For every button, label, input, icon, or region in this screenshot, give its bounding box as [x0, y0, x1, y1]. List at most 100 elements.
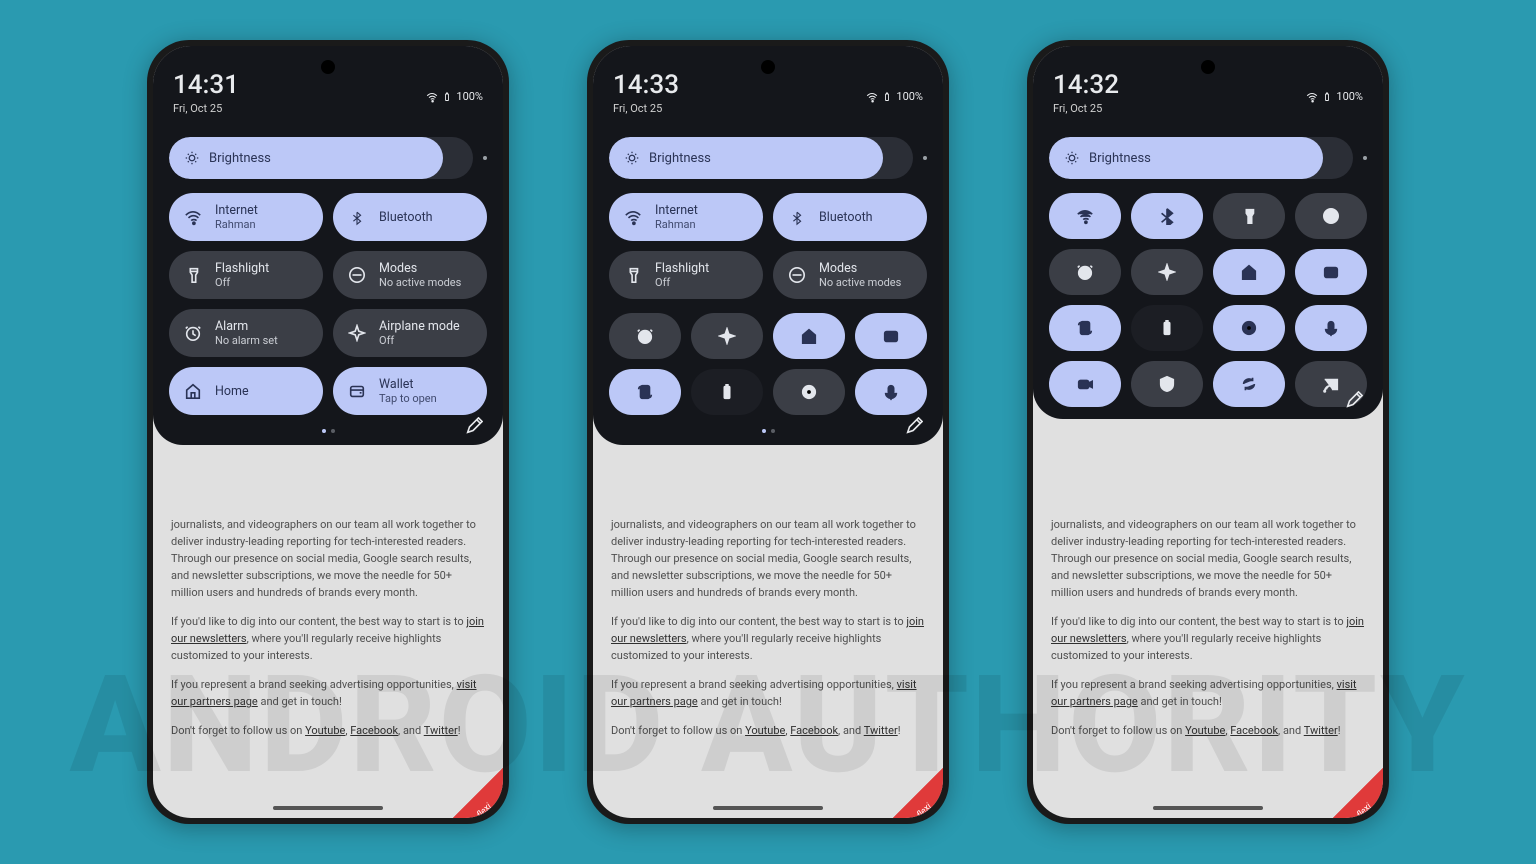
qs-tile-flashlight[interactable]: FlashlightOff [609, 251, 763, 299]
link-facebook[interactable]: Facebook [350, 724, 398, 737]
airplane-icon [347, 323, 367, 343]
qs-tile-alarm[interactable]: AlarmNo alarm set [169, 309, 323, 357]
qs-tile-shield[interactable] [1131, 361, 1203, 407]
qs-tile-airplane[interactable] [691, 313, 763, 359]
qs-tile-wifi[interactable]: InternetRahman [609, 193, 763, 241]
flashlight-icon [623, 265, 643, 285]
link-youtube[interactable]: Youtube [1185, 724, 1225, 737]
alarm-icon [1076, 263, 1094, 281]
date: Fri, Oct 25 [613, 102, 679, 115]
nav-bar[interactable] [713, 806, 823, 810]
edit-pencil-icon[interactable] [1345, 391, 1363, 409]
camera-icon [1076, 375, 1094, 393]
bluetooth-icon [347, 207, 367, 227]
link-twitter[interactable]: Twitter [424, 724, 458, 737]
qs-tile-bluetooth[interactable] [1131, 193, 1203, 239]
wifi-icon [623, 207, 643, 227]
qs-tile-wallet[interactable] [855, 313, 927, 359]
brightness-more-icon[interactable] [923, 156, 927, 160]
bluetooth-icon [787, 207, 807, 227]
qs-tile-flashlight[interactable]: FlashlightOff [169, 251, 323, 299]
date: Fri, Oct 25 [1053, 102, 1119, 115]
camera-cutout [1201, 60, 1215, 74]
phone-mockup-3: journalists, and videographers on our te… [1027, 40, 1389, 824]
qs-tile-alarm[interactable] [609, 313, 681, 359]
flashlight-icon [183, 265, 203, 285]
flashlight-icon [1240, 207, 1258, 225]
phone-mockup-2: journalists, and videographers on our te… [587, 40, 949, 824]
link-twitter[interactable]: Twitter [864, 724, 898, 737]
qs-tile-bluetooth[interactable]: Bluetooth [773, 193, 927, 241]
qs-tile-battery[interactable] [1131, 305, 1203, 351]
cast-icon [1322, 375, 1340, 393]
date: Fri, Oct 25 [173, 102, 239, 115]
status-indicators: 100% [426, 90, 483, 103]
qs-tile-wifi[interactable] [1049, 193, 1121, 239]
airplane-icon [718, 327, 736, 345]
qs-tile-airplane[interactable] [1131, 249, 1203, 295]
qs-tile-wifi[interactable]: InternetRahman [169, 193, 323, 241]
flexi-badge: flexi [451, 766, 503, 818]
qs-tile-rotate[interactable] [609, 369, 681, 415]
rotate-icon [1076, 319, 1094, 337]
shield-icon [1158, 375, 1176, 393]
alarm-icon [636, 327, 654, 345]
link-twitter[interactable]: Twitter [1304, 724, 1338, 737]
battery-icon [1158, 319, 1176, 337]
airplane-icon [1158, 263, 1176, 281]
dnd-icon [1322, 207, 1340, 225]
record-icon [800, 383, 818, 401]
qs-tile-mic[interactable] [1295, 305, 1367, 351]
dnd-icon [347, 265, 367, 285]
quick-settings-panel: 14:33 Fri, Oct 25 100% Brightness [593, 46, 943, 445]
mic-icon [1322, 319, 1340, 337]
brightness-slider[interactable]: Brightness [169, 137, 487, 179]
qs-tile-battery[interactable] [691, 369, 763, 415]
qs-tile-dnd[interactable]: ModesNo active modes [333, 251, 487, 299]
record-icon [1240, 319, 1258, 337]
link-facebook[interactable]: Facebook [790, 724, 838, 737]
qs-tile-home[interactable] [1213, 249, 1285, 295]
brightness-slider[interactable]: Brightness [609, 137, 927, 179]
qs-tile-flashlight[interactable] [1213, 193, 1285, 239]
page-indicator [169, 429, 487, 433]
brightness-more-icon[interactable] [1363, 156, 1367, 160]
edit-pencil-icon[interactable] [465, 417, 483, 435]
qs-tile-record[interactable] [1213, 305, 1285, 351]
phone-mockup-1: journalists, and videographers on our te… [147, 40, 509, 824]
qs-tile-alarm[interactable] [1049, 249, 1121, 295]
qs-tile-rotate[interactable] [1049, 305, 1121, 351]
edit-pencil-icon[interactable] [905, 417, 923, 435]
bluetooth-icon [1158, 207, 1176, 225]
sun-icon [625, 151, 639, 165]
qs-tile-record[interactable] [773, 369, 845, 415]
rotate-icon [636, 383, 654, 401]
qs-tile-airplane[interactable]: Airplane modeOff [333, 309, 487, 357]
status-indicators: 100% [866, 90, 923, 103]
qs-tile-wallet[interactable]: WalletTap to open [333, 367, 487, 415]
nav-bar[interactable] [1153, 806, 1263, 810]
qs-tile-home[interactable]: Home [169, 367, 323, 415]
qs-tile-home[interactable] [773, 313, 845, 359]
qs-tile-mic[interactable] [855, 369, 927, 415]
wifi-icon [183, 207, 203, 227]
link-facebook[interactable]: Facebook [1230, 724, 1278, 737]
wallet-icon [1322, 263, 1340, 281]
brightness-more-icon[interactable] [483, 156, 487, 160]
page-indicator [609, 429, 927, 433]
qs-tile-sync[interactable] [1213, 361, 1285, 407]
qs-tile-dnd[interactable] [1295, 193, 1367, 239]
nav-bar[interactable] [273, 806, 383, 810]
link-youtube[interactable]: Youtube [745, 724, 785, 737]
flexi-badge: flexi [1331, 766, 1383, 818]
qs-tile-dnd[interactable]: ModesNo active modes [773, 251, 927, 299]
clock: 14:33 [613, 70, 679, 100]
qs-tile-camera[interactable] [1049, 361, 1121, 407]
alarm-icon [183, 323, 203, 343]
qs-tile-wallet[interactable] [1295, 249, 1367, 295]
qs-tile-bluetooth[interactable]: Bluetooth [333, 193, 487, 241]
sync-icon [1240, 375, 1258, 393]
brightness-slider[interactable]: Brightness [1049, 137, 1367, 179]
flexi-badge: flexi [891, 766, 943, 818]
link-youtube[interactable]: Youtube [305, 724, 345, 737]
